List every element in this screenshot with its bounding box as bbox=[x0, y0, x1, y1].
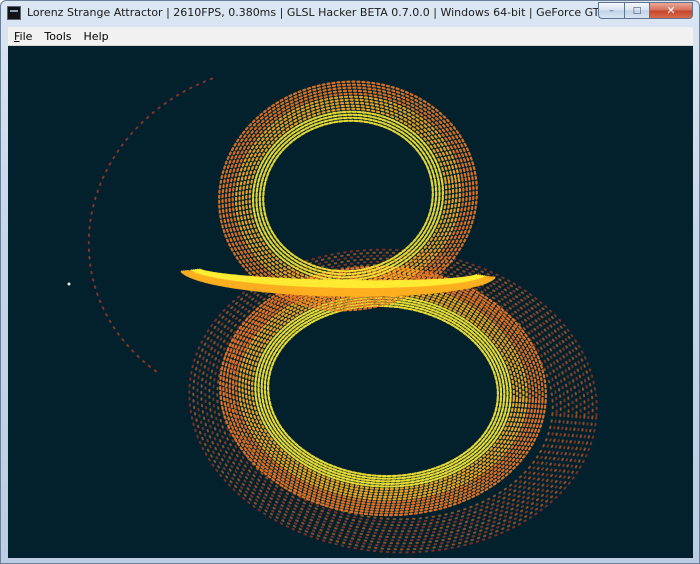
window-controls: – □ ✕ bbox=[598, 2, 693, 19]
app-icon[interactable] bbox=[7, 6, 21, 20]
app-window: Lorenz Strange Attractor | 2610FPS, 0.38… bbox=[0, 0, 700, 564]
attractor-trail bbox=[262, 119, 434, 273]
minimize-button[interactable]: – bbox=[598, 2, 624, 19]
attractor-trail bbox=[87, 76, 217, 373]
render-viewport[interactable] bbox=[8, 46, 693, 558]
close-icon: ✕ bbox=[666, 4, 676, 17]
lorenz-attractor-render bbox=[67, 76, 598, 554]
title-bar[interactable]: Lorenz Strange Attractor | 2610FPS, 0.38… bbox=[1, 1, 699, 25]
menu-bar: File Tools Help bbox=[8, 27, 693, 46]
menu-tools[interactable]: Tools bbox=[38, 30, 77, 43]
maximize-button[interactable]: □ bbox=[624, 2, 650, 19]
menu-help[interactable]: Help bbox=[78, 30, 115, 43]
close-button[interactable]: ✕ bbox=[650, 2, 693, 19]
maximize-icon: □ bbox=[632, 5, 642, 16]
window-title: Lorenz Strange Attractor | 2610FPS, 0.38… bbox=[27, 6, 692, 19]
menu-file[interactable]: File bbox=[8, 30, 38, 43]
attractor-trail bbox=[266, 304, 500, 478]
minimize-icon: – bbox=[609, 5, 614, 16]
stray-particle bbox=[67, 282, 71, 286]
